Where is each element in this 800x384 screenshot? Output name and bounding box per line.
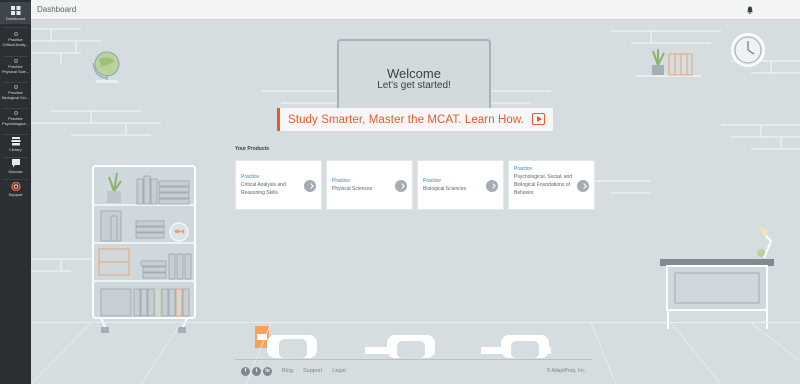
bullet-icon <box>13 85 18 89</box>
product-card-physical[interactable]: Practice Physical Sciences <box>326 160 413 210</box>
globe-decoration <box>92 51 120 83</box>
product-kind: Practice <box>423 178 442 184</box>
top-header: Dashboard <box>31 0 800 20</box>
divider <box>3 27 28 28</box>
sidebar-item-sublabel: Physical Scie... <box>1 68 30 74</box>
divider <box>3 82 28 83</box>
bookshelf-decoration <box>92 165 196 333</box>
product-name: Physical Sciences <box>332 186 373 192</box>
study-smarter-cta-button[interactable]: Study Smarter, Master the MCAT. Learn Ho… <box>277 108 553 131</box>
divider <box>3 108 28 109</box>
product-name: Biological Sciences <box>423 186 467 192</box>
divider <box>3 134 28 135</box>
lifebuoy-icon <box>10 182 21 191</box>
divider <box>3 56 28 57</box>
floor-line <box>31 322 800 323</box>
facebook-icon[interactable]: f <box>241 366 250 376</box>
dashboard-grid-icon <box>10 6 20 15</box>
sidebar-item-practice-cars[interactable]: Practice Critical Analy... <box>0 32 31 54</box>
chat-bubble-icon <box>11 159 20 168</box>
product-kind: Practice <box>514 166 533 172</box>
sidebar-item-sublabel: Biological Sci... <box>1 94 30 100</box>
product-name: Psychological, Social, and Biological Fo… <box>514 174 573 196</box>
bullet-icon <box>13 111 18 115</box>
sidebar: Dashboard Practice Critical Analy... Pra… <box>0 0 31 384</box>
page-title: Dashboard <box>37 5 77 14</box>
sidebar-item-practice-psych[interactable]: Practice Psychologica... <box>0 111 31 133</box>
sidebar-item-dashboard[interactable]: Dashboard <box>0 2 31 24</box>
bullet-icon <box>13 32 18 36</box>
play-video-icon <box>532 113 545 125</box>
sidebar-item-discuss[interactable]: Discuss <box>0 159 31 178</box>
twitter-icon[interactable]: t <box>252 366 261 376</box>
chairs-decoration <box>255 326 551 358</box>
sidebar-item-label: Discuss <box>8 169 23 174</box>
sidebar-item-practice-physical[interactable]: Practice Physical Scie... <box>0 59 31 81</box>
clock-decoration <box>731 33 765 67</box>
notification-bell-icon[interactable] <box>746 6 754 14</box>
chevron-right-icon[interactable] <box>486 180 498 192</box>
your-products-heading: Your Products <box>235 146 270 152</box>
library-books-icon <box>11 137 20 146</box>
product-card-biological[interactable]: Practice Biological Sciences <box>417 160 504 210</box>
product-kind: Practice <box>332 178 351 184</box>
divider <box>3 157 28 158</box>
product-name: Critical Analysis and Reasoning Skills <box>241 182 286 196</box>
copyright: © AdaptPrep, Inc. <box>546 368 586 374</box>
product-kind: Practice <box>241 174 260 180</box>
linkedin-icon[interactable]: in <box>263 366 272 376</box>
shelf-decoration-right <box>636 49 701 77</box>
desk-decoration <box>660 225 774 329</box>
bullet-icon <box>13 59 18 63</box>
welcome-title: Welcome <box>387 66 441 81</box>
footer-link-support[interactable]: Support <box>303 368 322 374</box>
sidebar-item-practice-biological[interactable]: Practice Biological Sci... <box>0 85 31 107</box>
product-card-cars[interactable]: Practice Critical Analysis and Reasoning… <box>235 160 322 210</box>
sidebar-item-sublabel: Critical Analy... <box>2 41 29 47</box>
chevron-right-icon[interactable] <box>577 180 589 192</box>
product-card-psych[interactable]: Practice Psychological, Social, and Biol… <box>508 160 595 210</box>
footer-link-blog[interactable]: Blog <box>282 368 293 374</box>
sidebar-item-label: Library <box>9 147 22 152</box>
welcome-subtitle: Let's get started! <box>377 80 451 91</box>
divider <box>3 179 28 180</box>
sidebar-item-library[interactable]: Library <box>0 137 31 156</box>
sidebar-item-sublabel: Psychologica... <box>2 120 29 126</box>
chevron-right-icon[interactable] <box>304 180 316 192</box>
dashboard-scene: Welcome Let's get started! Study Smarter… <box>31 21 800 384</box>
sidebar-item-label: Dashboard <box>5 16 26 21</box>
chevron-right-icon[interactable] <box>395 180 407 192</box>
footer-link-legal[interactable]: Legal <box>332 368 345 374</box>
sidebar-item-label: Support <box>8 192 23 197</box>
cta-label: Study Smarter, Master the MCAT. Learn Ho… <box>288 113 524 126</box>
footer: f t in Blog Support Legal © AdaptPrep, I… <box>235 359 592 382</box>
sidebar-item-support[interactable]: Support <box>0 182 31 201</box>
